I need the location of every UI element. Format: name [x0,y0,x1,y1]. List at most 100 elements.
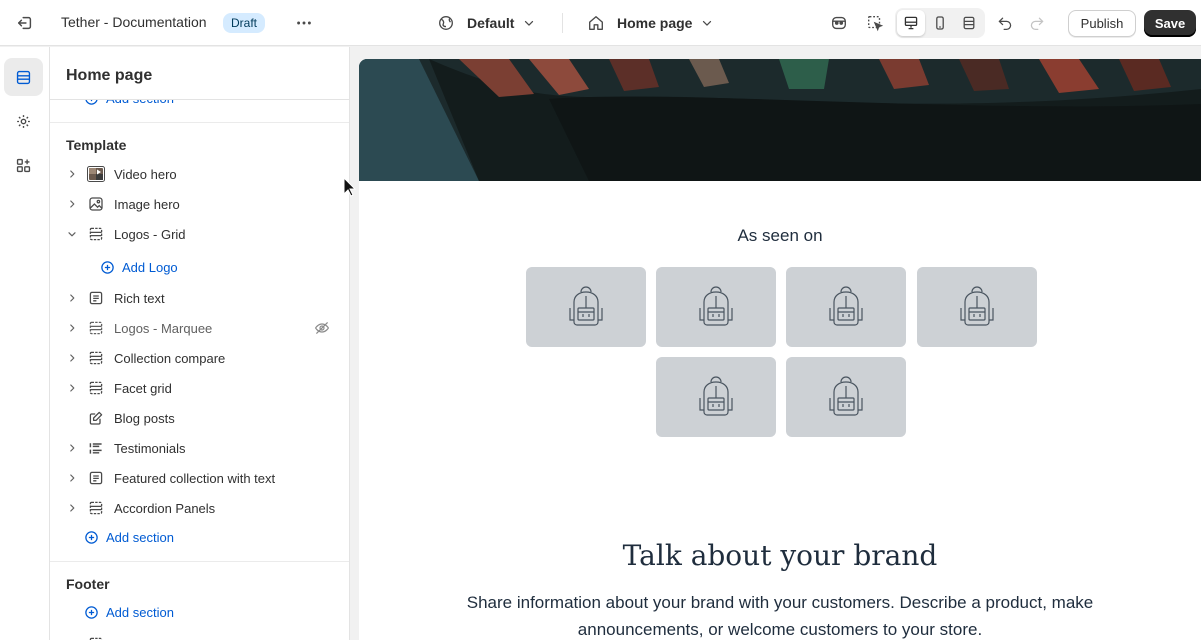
text-block-icon [86,288,106,308]
logo-placeholder[interactable] [786,357,906,437]
section-logos-grid[interactable]: Logos - Grid [58,219,342,249]
layout-icon [86,498,106,518]
section-label: Featured collection with text [114,470,276,486]
sidebar-header: Home page [50,47,349,99]
section-label: Blog posts [114,410,175,426]
save-button[interactable]: Save [1144,10,1196,37]
hero-image [359,59,1201,181]
list-icon [86,438,106,458]
ai-icon[interactable] [825,9,853,37]
sidebar-title: Home page [66,67,153,84]
plus-circle-icon [84,605,99,620]
mobile-icon[interactable] [926,10,954,36]
footer-add-section-button[interactable]: Add section [84,605,174,620]
backpack-icon [829,376,863,416]
redo-icon[interactable] [1023,9,1051,37]
add-logo-button[interactable]: Add Logo [100,260,178,275]
store-preview: As seen on Talk about your brand Share i… [359,59,1201,640]
undo-icon[interactable] [991,9,1019,37]
section-label: Logos - Grid [114,226,186,242]
brand-heading: Talk about your brand [622,539,938,572]
exit-icon[interactable] [11,9,39,37]
section-testimonials[interactable]: Testimonials [58,433,342,463]
plus-circle-icon [84,530,99,545]
logo-placeholder[interactable] [917,267,1037,347]
theme-name: Tether - Documentation [61,14,207,30]
more-icon[interactable] [290,9,318,37]
chevron-right-icon[interactable] [58,292,86,304]
theme-selector-label: Default [467,15,515,31]
section-footer-partial[interactable]: Fo [58,629,342,640]
section-facet-grid[interactable]: Facet grid [58,373,342,403]
chevron-right-icon[interactable] [58,442,86,454]
layout-icon [86,378,106,398]
section-accordion-panels[interactable]: Accordion Panels [58,493,342,523]
desktop-icon[interactable] [897,10,925,36]
inspector-icon[interactable] [861,9,889,37]
divider [50,99,349,100]
template-heading: Template [66,137,127,153]
status-badge: Draft [223,13,266,33]
backpack-icon [699,286,733,326]
layout-icon [86,634,106,640]
section-label: Logos - Marquee [114,320,213,336]
home-icon [587,14,605,32]
chevron-right-icon[interactable] [58,322,86,334]
mouse-cursor-icon [343,177,357,197]
apps-icon[interactable] [4,146,43,184]
template-add-section-button[interactable]: Add section [84,530,174,545]
theme-selector[interactable]: Default [437,9,536,37]
layout-icon [86,318,106,338]
text-block-icon [86,468,106,488]
section-image-hero[interactable]: Image hero [58,189,342,219]
left-rail [0,47,50,640]
layout-icon [86,224,106,244]
page-selector[interactable]: Home page [587,9,714,37]
section-label: Testimonials [114,440,186,456]
section-video-hero[interactable]: Video hero [58,159,342,189]
sections-sidebar: Add section Home page Template Video her… [50,47,350,640]
publish-button[interactable]: Publish [1068,10,1136,37]
section-rich-text[interactable]: Rich text [58,283,342,313]
section-collection-compare[interactable]: Collection compare [58,343,342,373]
chevron-right-icon[interactable] [58,502,86,514]
chevron-right-icon[interactable] [58,352,86,364]
chevron-right-icon[interactable] [58,472,86,484]
add-logo-label: Add Logo [122,260,178,275]
logo-placeholder[interactable] [656,267,776,347]
section-label: Video hero [114,166,177,182]
video-thumb-icon [86,164,106,184]
chevron-right-icon[interactable] [58,168,86,180]
chevron-right-icon[interactable] [58,382,86,394]
logo-placeholder[interactable] [526,267,646,347]
viewport-switcher [895,8,985,38]
backpack-icon [569,286,603,326]
divider [50,122,349,123]
section-label: Facet grid [114,380,172,396]
blog-icon [86,408,106,428]
section-label: Fo [114,637,129,640]
divider [50,561,349,562]
eye-hidden-icon[interactable] [314,320,330,336]
logo-placeholder[interactable] [656,357,776,437]
footer-heading: Footer [66,576,110,592]
chevron-right-icon[interactable] [58,198,86,210]
chevron-down-icon [522,16,536,30]
section-label: Image hero [114,196,180,212]
sections-icon[interactable] [4,58,43,96]
gear-icon[interactable] [4,102,43,140]
fullwidth-icon[interactable] [955,10,983,36]
add-section-label: Add section [106,605,174,620]
backpack-icon [960,286,994,326]
section-featured-collection[interactable]: Featured collection with text [58,463,342,493]
globe-icon [437,14,455,32]
logo-placeholder[interactable] [786,267,906,347]
backpack-icon [699,376,733,416]
section-blog-posts[interactable]: Blog posts [58,403,342,433]
section-logos-marquee[interactable]: Logos - Marquee [58,313,342,343]
section-label: Rich text [114,290,165,306]
as-seen-on-heading: As seen on [737,226,823,245]
chevron-down-icon[interactable] [58,228,86,240]
section-label: Collection compare [114,350,226,366]
page-selector-label: Home page [617,15,693,31]
